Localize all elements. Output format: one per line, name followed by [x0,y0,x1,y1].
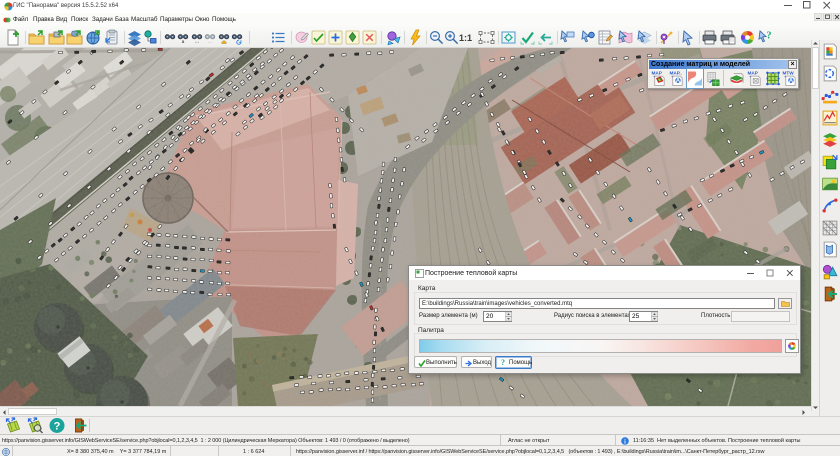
svg-text:A: A [676,78,681,85]
svg-text:?: ? [767,31,772,42]
svg-text:A: A [789,78,794,85]
svg-text:...: ... [195,38,199,44]
svg-text:MAP: MAP [747,71,757,76]
svg-text:MTW: MTW [782,71,794,76]
svg-text:...: ... [208,38,212,44]
svg-text:MAP..: MAP.. [669,71,681,76]
svg-text:1:1: 1:1 [459,33,472,43]
svg-text:a: a [182,40,185,45]
svg-text:MAP: MAP [651,71,661,76]
svg-text:?: ? [54,421,61,433]
